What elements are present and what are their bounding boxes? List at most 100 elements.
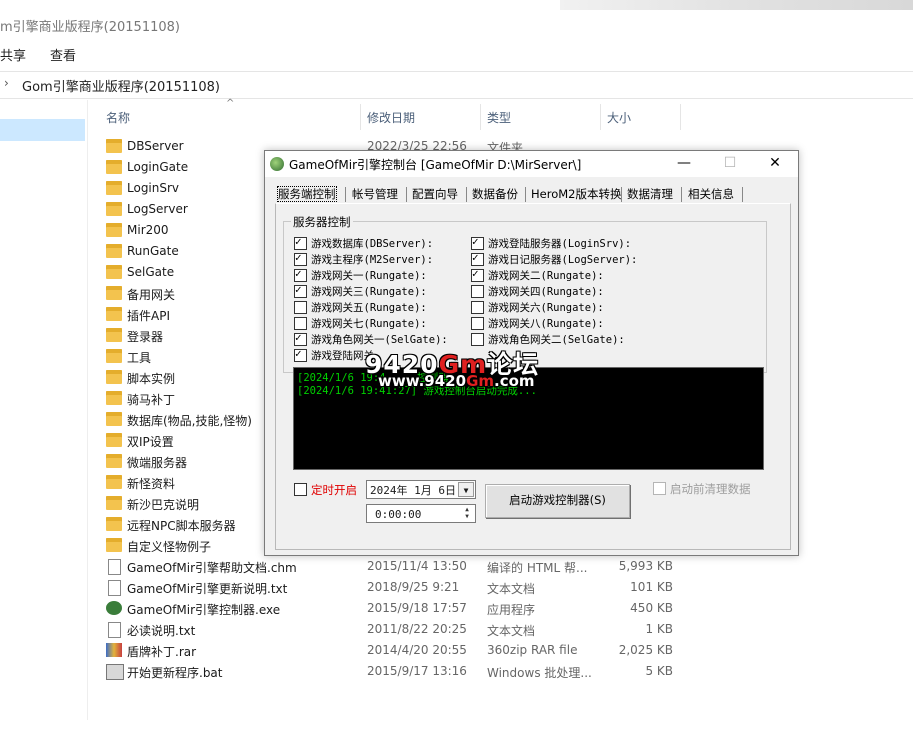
address-bar[interactable]: › Gom引擎商业版程序(20151108) — [0, 71, 913, 99]
minimize-button[interactable]: — — [661, 151, 707, 177]
checkbox-box[interactable] — [294, 283, 307, 298]
bat-file-icon — [106, 664, 124, 680]
file-row[interactable]: 盾牌补丁.rar 2014/4/20 20:55 360zip RAR file 2,… — [100, 640, 740, 661]
chevron-right-icon[interactable]: › — [4, 76, 9, 90]
file-name: SelGate — [127, 265, 175, 279]
dialog-title-bar[interactable]: GameOfMir引擎控制台 [GameOfMir D:\MirServer\]… — [265, 151, 798, 177]
column-header-type[interactable]: 类型 — [487, 109, 511, 126]
tab-separator — [621, 187, 622, 202]
watermark-text: www.9420 — [378, 372, 467, 390]
close-button[interactable]: ✕ — [752, 151, 798, 177]
checkbox-box[interactable] — [471, 235, 484, 250]
file-row[interactable]: GameOfMir引擎控制器.exe 2015/9/18 17:57 应用程序 450… — [100, 598, 740, 619]
file-name: 骑马补丁 — [127, 393, 176, 407]
checkbox-box[interactable] — [471, 285, 484, 298]
tab-data-backup[interactable]: 数据备份 — [472, 184, 518, 204]
exe-file-icon — [106, 601, 122, 615]
folder-icon — [106, 412, 122, 426]
tab-label: 数据清理 — [627, 187, 673, 201]
file-size: 101 KB — [630, 580, 673, 594]
dropdown-arrow-icon[interactable]: ▼ — [458, 482, 474, 497]
file-row[interactable]: GameOfMir引擎更新说明.txt 2018/9/25 9:21 文本文档 101… — [100, 577, 740, 598]
watermark-text-red: Gm — [466, 372, 495, 390]
folder-icon — [106, 391, 122, 405]
spinner-icon[interactable]: ▲ ▼ — [460, 506, 474, 521]
file-name: 工具 — [127, 351, 152, 365]
server-checkbox-label: 游戏日记服务器(LogServer): — [488, 254, 638, 266]
file-name: LogServer — [127, 202, 188, 216]
tab-label: 服务端控制 — [277, 186, 337, 202]
file-type: 360zip RAR file — [487, 643, 578, 657]
clean-before-start-label: 启动前清理数据 — [670, 482, 751, 496]
tab-separator — [406, 187, 407, 202]
start-controller-button[interactable]: 启动游戏控制器(S) — [485, 484, 630, 518]
checkbox-box[interactable] — [471, 267, 484, 282]
folder-icon — [106, 160, 122, 174]
file-name: 盾牌补丁.rar — [127, 645, 197, 659]
column-divider[interactable] — [600, 104, 601, 130]
column-divider[interactable] — [480, 104, 481, 130]
file-name: 插件API — [127, 309, 170, 323]
checkbox-box[interactable] — [471, 251, 484, 266]
address-path[interactable]: Gom引擎商业版程序(20151108) — [22, 76, 220, 95]
dialog-title: GameOfMir引擎控制台 [GameOfMir D:\MirServer\] — [289, 158, 582, 172]
column-header-name[interactable]: 名称 — [106, 109, 130, 126]
folder-icon — [106, 244, 122, 258]
file-name: LoginGate — [127, 160, 189, 174]
time-picker[interactable]: 0:00:00 ▲ ▼ — [366, 504, 476, 523]
file-row[interactable]: 开始更新程序.bat 2015/9/17 13:16 Windows 批处理... 5… — [100, 661, 740, 682]
checkbox-box[interactable] — [294, 235, 307, 250]
maximize-button[interactable]: ☐ — [707, 151, 753, 177]
folder-icon — [106, 223, 122, 237]
column-divider[interactable] — [680, 104, 681, 130]
file-size: 5 KB — [645, 664, 673, 678]
file-modified: 2015/9/18 17:57 — [367, 601, 467, 615]
file-name: GameOfMir引擎帮助文档.chm — [127, 561, 297, 575]
file-row[interactable]: 必读说明.txt 2011/8/22 20:25 文本文档 1 KB — [100, 619, 740, 640]
file-name: 双IP设置 — [127, 435, 174, 449]
column-headers: 名称 修改日期 类型 大小 — [0, 105, 913, 129]
checkbox-box[interactable] — [294, 347, 307, 362]
checkbox-box[interactable] — [471, 317, 484, 330]
tab-herom2-convert[interactable]: HeroM2版本转换 — [531, 184, 621, 204]
date-picker[interactable]: 2024年 1月 6日 ▼ — [366, 480, 476, 499]
tab-account-management[interactable]: 帐号管理 — [352, 184, 398, 204]
tab-separator — [681, 187, 682, 202]
column-header-size[interactable]: 大小 — [607, 109, 631, 126]
checkbox-box[interactable] — [294, 267, 307, 282]
checkbox-box[interactable] — [294, 251, 307, 266]
explorer-window-title: m引擎商业版程序(20151108) — [0, 20, 180, 35]
server-checkbox-label: 游戏网关七(Rungate): — [311, 318, 427, 330]
checkbox-box[interactable] — [294, 301, 307, 314]
server-checkbox-label: 游戏网关三(Rungate): — [311, 286, 427, 298]
tab-server-control[interactable]: 服务端控制 — [277, 184, 337, 204]
file-modified: 2018/9/25 9:21 — [367, 580, 460, 594]
checkbox-box[interactable] — [471, 301, 484, 314]
file-name: 微端服务器 — [127, 456, 188, 470]
server-checkbox-label: 游戏网关一(Rungate): — [311, 270, 427, 282]
file-name: 数据库(物品,技能,怪物) — [127, 414, 252, 428]
server-checkbox-label: 游戏网关六(Rungate): — [488, 302, 604, 314]
file-name: GameOfMir引擎控制器.exe — [127, 603, 281, 617]
watermark-text: .com — [494, 372, 535, 390]
text-file-icon — [108, 580, 121, 596]
checkbox-box[interactable] — [294, 331, 307, 346]
checkbox-box[interactable] — [294, 317, 307, 330]
checkbox-box[interactable] — [294, 483, 307, 496]
folder-icon — [106, 286, 122, 300]
tab-config-wizard[interactable]: 配置向导 — [412, 184, 458, 204]
server-checkbox-label: 游戏网关八(Rungate): — [488, 318, 604, 330]
tab-label: 帐号管理 — [352, 187, 398, 201]
ribbon-tab-view[interactable]: 查看 — [50, 45, 76, 64]
app-icon — [270, 157, 284, 171]
checkbox-box[interactable] — [653, 482, 666, 495]
group-label: 服务器控制 — [291, 214, 353, 230]
column-divider[interactable] — [360, 104, 361, 130]
file-name: Mir200 — [127, 223, 169, 237]
file-size: 450 KB — [630, 601, 673, 615]
tab-data-cleanup[interactable]: 数据清理 — [627, 184, 673, 204]
file-row[interactable]: GameOfMir引擎帮助文档.chm 2015/11/4 13:50 编译的 HT… — [100, 556, 740, 577]
ribbon-tab-share[interactable]: 共享 — [0, 45, 26, 64]
tab-about[interactable]: 相关信息 — [688, 184, 734, 204]
column-header-modified[interactable]: 修改日期 — [367, 109, 415, 126]
